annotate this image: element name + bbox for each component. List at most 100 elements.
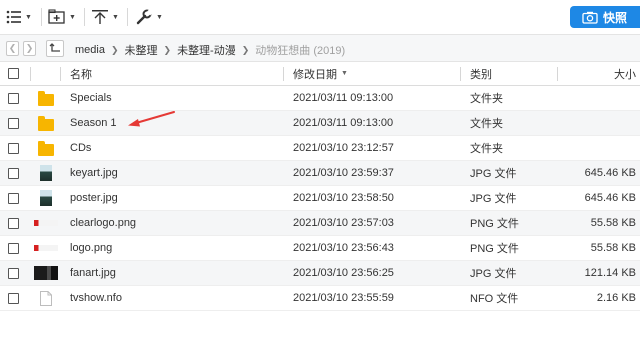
file-size: 645.46 KB [584, 167, 636, 179]
breadcrumb-item[interactable]: 未整理-动漫 [177, 42, 236, 58]
wrench-icon [136, 9, 153, 25]
file-icon-cell [34, 286, 58, 310]
select-all-checkbox[interactable] [8, 68, 19, 79]
table-row[interactable]: tvshow.nfo 2021/03/10 23:55:59 NFO 文件 2.… [0, 286, 640, 311]
file-name[interactable]: Season 1 [70, 111, 116, 135]
file-table: 名称 修改日期 ▼ 类别 大小 Specials 2021/03/11 09:1… [0, 62, 640, 311]
sort-descending-icon: ▼ [341, 70, 348, 77]
table-row[interactable]: logo.png 2021/03/10 23:56:43 PNG 文件 55.5… [0, 236, 640, 261]
file-type: JPG 文件 [470, 168, 517, 180]
row-checkbox-cell [8, 136, 20, 160]
column-divider [557, 67, 558, 81]
image-thumbnail [34, 245, 58, 251]
chevron-down-icon: ▼ [25, 13, 32, 21]
file-type: PNG 文件 [470, 218, 519, 230]
column-header-type[interactable]: 类别 [470, 62, 492, 85]
row-checkbox-cell [8, 261, 20, 285]
table-row[interactable]: fanart.jpg 2021/03/10 23:56:25 JPG 文件 12… [0, 261, 640, 286]
column-divider [60, 67, 61, 81]
row-checkbox-cell [8, 161, 20, 185]
folder-icon [38, 115, 54, 131]
list-view-icon [6, 10, 21, 24]
column-header-size[interactable]: 大小 [614, 62, 636, 85]
file-size: 2.16 KB [596, 292, 636, 304]
file-name[interactable]: logo.png [70, 236, 112, 260]
breadcrumb-item[interactable]: media [75, 44, 105, 56]
file-type: JPG 文件 [470, 193, 517, 205]
file-name[interactable]: tvshow.nfo [70, 286, 122, 310]
column-divider [30, 67, 31, 81]
file-type: PNG 文件 [470, 243, 519, 255]
column-header-name[interactable]: 名称 [70, 62, 92, 85]
image-thumbnail [40, 165, 52, 181]
file-icon-cell [34, 136, 58, 160]
file-name[interactable]: Specials [70, 86, 112, 110]
row-checkbox[interactable] [8, 217, 19, 229]
row-checkbox[interactable] [8, 267, 19, 279]
forward-button[interactable]: ❯ [23, 41, 36, 56]
row-checkbox[interactable] [8, 292, 19, 304]
chevron-right-icon: ❯ [25, 43, 34, 53]
table-row[interactable]: keyart.jpg 2021/03/10 23:59:37 JPG 文件 64… [0, 161, 640, 186]
table-row[interactable]: Season 1 2021/03/11 09:13:00 文件夹 [0, 111, 640, 136]
breadcrumb-current: 动物狂想曲 (2019) [255, 45, 346, 57]
breadcrumb-item[interactable]: 未整理 [125, 42, 158, 58]
file-date: 2021/03/11 09:13:00 [293, 117, 394, 129]
table-row[interactable]: clearlogo.png 2021/03/10 23:57:03 PNG 文件… [0, 211, 640, 236]
row-checkbox-cell [8, 236, 20, 260]
row-checkbox[interactable] [8, 192, 19, 204]
tools-menu-button[interactable]: ▼ [135, 6, 163, 28]
column-label: 修改日期 [293, 68, 337, 81]
breadcrumb: media ❯ 未整理 ❯ 未整理-动漫 ❯ 动物狂想曲 (2019) [75, 42, 345, 58]
row-checkbox-cell [8, 186, 20, 210]
row-checkbox[interactable] [8, 142, 19, 154]
file-size: 645.46 KB [584, 192, 636, 204]
file-icon-cell [34, 186, 58, 210]
new-folder-icon [48, 9, 65, 24]
file-name[interactable]: clearlogo.png [70, 211, 136, 235]
folder-icon [38, 90, 54, 106]
row-checkbox[interactable] [8, 117, 19, 129]
table-row[interactable]: Specials 2021/03/11 09:13:00 文件夹 [0, 86, 640, 111]
table-row[interactable]: CDs 2021/03/10 23:12:57 文件夹 [0, 136, 640, 161]
file-date: 2021/03/11 09:13:00 [293, 92, 394, 104]
file-name[interactable]: CDs [70, 136, 91, 160]
toolbar: ▼ ▼ ▼ ▼ 快照 [0, 0, 640, 34]
view-menu-button[interactable]: ▼ [6, 6, 32, 28]
file-name[interactable]: fanart.jpg [70, 261, 116, 285]
toolbar-divider [41, 8, 42, 26]
file-name[interactable]: poster.jpg [70, 186, 118, 210]
back-button[interactable]: ❮ [6, 41, 19, 56]
row-checkbox-cell [8, 211, 20, 235]
file-type: NFO 文件 [470, 293, 519, 305]
chevron-down-icon: ▼ [69, 13, 76, 21]
image-thumbnail [40, 190, 52, 206]
file-date: 2021/03/10 23:57:03 [293, 217, 394, 229]
snapshot-button[interactable]: 快照 [570, 6, 640, 28]
create-menu-button[interactable]: ▼ [48, 6, 76, 28]
upload-icon [92, 10, 108, 24]
parent-folder-button[interactable] [46, 40, 64, 57]
file-date: 2021/03/10 23:58:50 [293, 192, 394, 204]
table-row[interactable]: poster.jpg 2021/03/10 23:58:50 JPG 文件 64… [0, 186, 640, 211]
chevron-right-icon: ❯ [110, 44, 119, 55]
file-icon-cell [34, 211, 58, 235]
file-type: 文件夹 [470, 143, 503, 155]
toolbar-divider [127, 8, 128, 26]
file-icon-cell [34, 86, 58, 110]
file-type: 文件夹 [470, 93, 503, 105]
row-checkbox[interactable] [8, 167, 19, 179]
folder-icon [38, 140, 54, 156]
row-checkbox[interactable] [8, 242, 19, 254]
upload-menu-button[interactable]: ▼ [91, 6, 119, 28]
return-up-icon [49, 43, 60, 52]
file-date: 2021/03/10 23:59:37 [293, 167, 394, 179]
file-icon-cell [34, 111, 58, 135]
row-checkbox[interactable] [8, 92, 19, 104]
column-header-date[interactable]: 修改日期 ▼ [293, 62, 348, 85]
row-checkbox-cell [8, 286, 20, 310]
file-size: 121.14 KB [584, 267, 636, 279]
file-size: 55.58 KB [590, 217, 636, 229]
file-name[interactable]: keyart.jpg [70, 161, 118, 185]
column-label: 大小 [614, 68, 636, 81]
